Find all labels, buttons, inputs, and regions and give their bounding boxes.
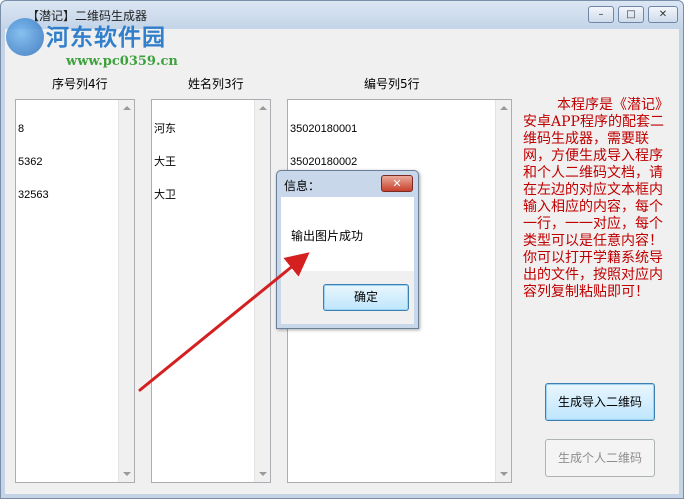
serial-line: 32563: [18, 189, 49, 201]
dialog-footer: 确定: [281, 271, 414, 324]
maximize-button[interactable]: □: [618, 6, 644, 23]
instructions-text: 本程序是《潜记》安卓APP程序的配套二维码生成器，需要联网，方便生成导入程序和个…: [523, 97, 669, 300]
name-line: 大卫: [154, 189, 176, 201]
watermark-logo-icon: [6, 18, 44, 56]
number-line: 35020180002: [290, 156, 358, 168]
scroll-down-icon[interactable]: [123, 472, 131, 476]
name-line: 河东: [154, 123, 176, 135]
dialog-body: 输出图片成功: [281, 197, 414, 271]
number-scrollbar[interactable]: [495, 100, 511, 482]
number-column-label: 编号列5行: [364, 77, 420, 91]
generate-import-qr-button[interactable]: 生成导入二维码: [545, 383, 655, 421]
scroll-up-icon[interactable]: [123, 106, 131, 110]
name-textbox[interactable]: 河东 大王 大卫: [151, 99, 271, 483]
watermark-name: 河东软件园: [46, 24, 166, 51]
serial-line: 5362: [18, 156, 43, 168]
watermark: 河东软件园 www.pc0359.cn: [2, 10, 202, 69]
watermark-url: www.pc0359.cn: [66, 54, 178, 69]
dialog-message: 输出图片成功: [291, 229, 364, 243]
dialog-title: 信息：: [284, 179, 321, 193]
scroll-down-icon[interactable]: [500, 472, 508, 476]
dialog-ok-button[interactable]: 确定: [323, 284, 409, 311]
name-column-label: 姓名列3行: [188, 77, 244, 91]
serial-scrollbar[interactable]: [118, 100, 134, 482]
generate-personal-qr-button[interactable]: 生成个人二维码: [545, 439, 655, 477]
scroll-up-icon[interactable]: [500, 106, 508, 110]
scroll-down-icon[interactable]: [259, 472, 267, 476]
name-line: 大王: [154, 156, 176, 168]
dialog-close-button[interactable]: ✕: [381, 175, 413, 192]
scroll-up-icon[interactable]: [259, 106, 267, 110]
serial-textbox[interactable]: 8 5362 32563: [15, 99, 135, 483]
number-line: 35020180001: [290, 123, 358, 135]
name-scrollbar[interactable]: [254, 100, 270, 482]
serial-column-label: 序号列4行: [52, 77, 108, 91]
minimize-button[interactable]: –: [588, 6, 614, 23]
close-button[interactable]: ✕: [648, 6, 678, 23]
info-dialog: 信息： ✕ 输出图片成功 确定: [276, 170, 419, 329]
serial-line: 8: [18, 123, 25, 135]
